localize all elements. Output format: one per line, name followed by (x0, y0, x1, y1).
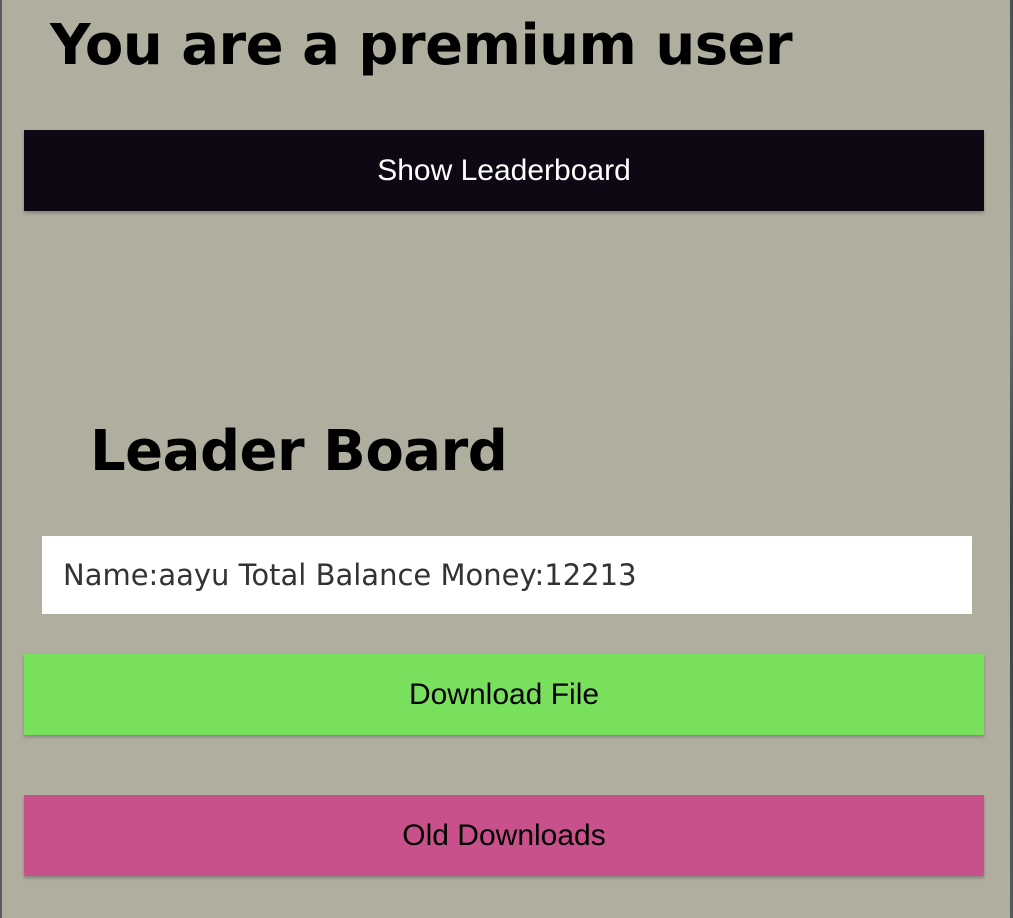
window-left-edge (0, 0, 2, 918)
show-leaderboard-button[interactable]: Show Leaderboard (24, 130, 984, 211)
leaderboard-entry: Name:aayu Total Balance Money:12213 (42, 536, 972, 614)
old-downloads-button[interactable]: Old Downloads (24, 795, 984, 876)
leaderboard-list: Name:aayu Total Balance Money:12213 (42, 536, 972, 614)
leaderboard-heading: Leader Board (90, 419, 508, 484)
download-file-button[interactable]: Download File (24, 654, 984, 735)
premium-status-heading: You are a premium user (50, 13, 793, 78)
